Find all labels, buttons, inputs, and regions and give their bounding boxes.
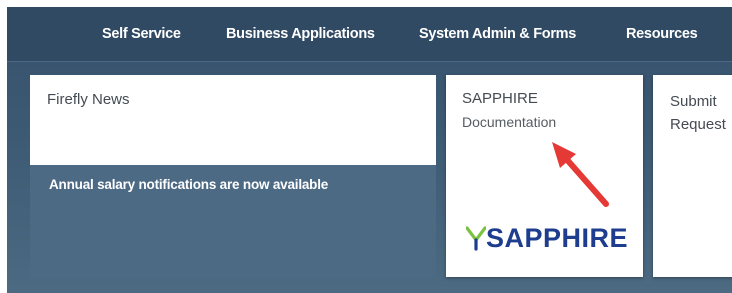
red-arrow-icon bbox=[552, 142, 609, 207]
tile-title-line-1: Submit bbox=[670, 93, 717, 110]
sapphire-logo: SAPPHIRE bbox=[466, 223, 628, 253]
news-card-title: Firefly News bbox=[47, 91, 130, 108]
tile-title: SAPPHIRE bbox=[462, 90, 538, 107]
nav-system-admin-forms[interactable]: System Admin & Forms bbox=[419, 7, 576, 61]
submit-request-tile[interactable]: Submit Request bbox=[653, 75, 732, 277]
sapphire-logo-mark-icon bbox=[466, 226, 486, 251]
nav-resources[interactable]: Resources bbox=[626, 7, 698, 61]
top-navigation-bar: Self Service Business Applications Syste… bbox=[7, 7, 732, 62]
nav-business-applications[interactable]: Business Applications bbox=[226, 7, 375, 61]
nav-self-service[interactable]: Self Service bbox=[102, 7, 181, 61]
firefly-news-card: Firefly News Annual salary notifications… bbox=[30, 75, 436, 278]
tile-title: Submit Request bbox=[670, 90, 726, 136]
news-card-header: Firefly News bbox=[30, 75, 436, 165]
news-list: Annual salary notifications are now avai… bbox=[30, 165, 436, 278]
tile-title-line-2: Request bbox=[670, 116, 726, 133]
news-item[interactable]: Annual salary notifications are now avai… bbox=[49, 177, 328, 192]
tile-subtitle: Documentation bbox=[462, 114, 557, 130]
sapphire-logo-text: SAPPHIRE bbox=[486, 222, 629, 253]
